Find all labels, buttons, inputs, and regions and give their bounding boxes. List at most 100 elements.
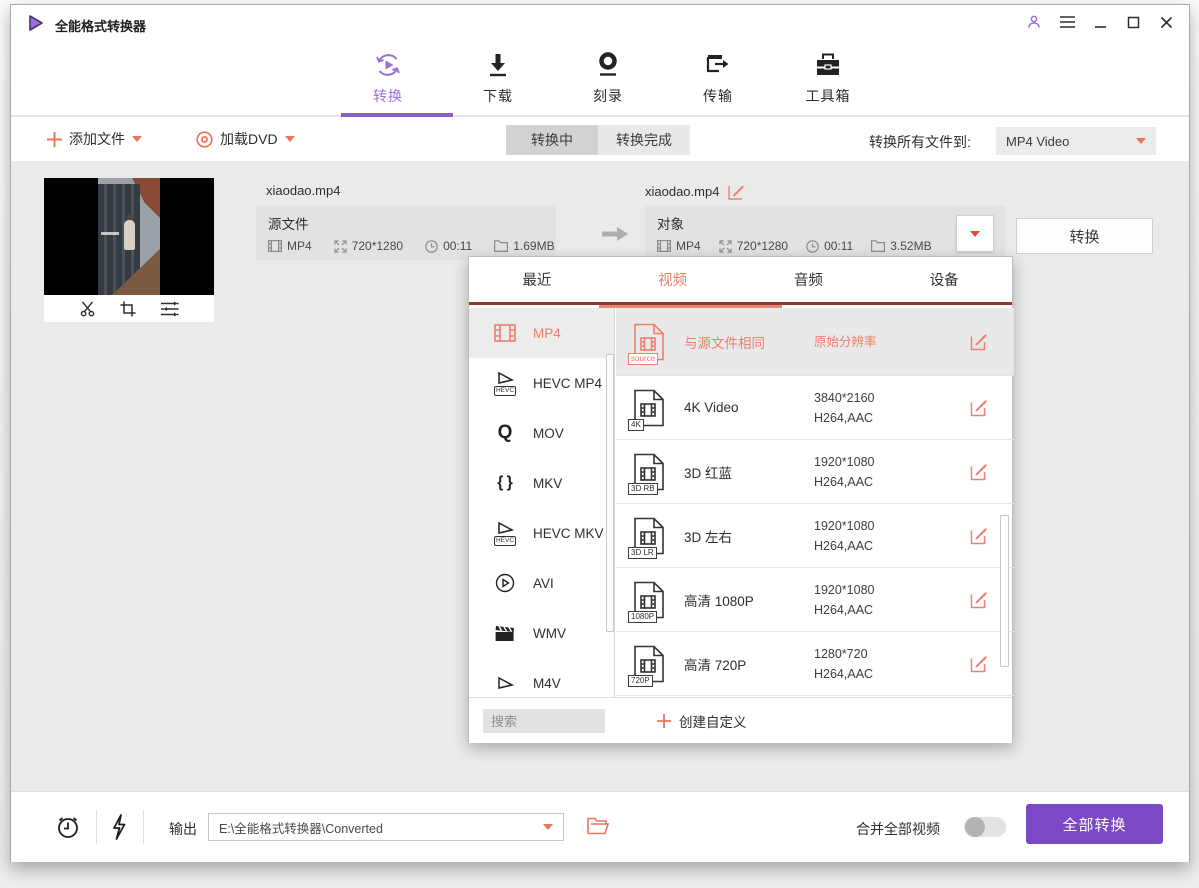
open-output-folder-icon[interactable] [587, 817, 609, 835]
tab-transfer[interactable]: 传输 [663, 47, 773, 106]
avi-play-circle-icon [491, 573, 519, 593]
file-size-folder-icon [871, 240, 885, 252]
menu-icon[interactable] [1058, 13, 1076, 31]
burn-icon [596, 51, 620, 79]
edit-preset-icon[interactable] [970, 463, 988, 481]
preset-row-same-as-source[interactable]: source 与源文件相同 原始分辨率 [616, 308, 1014, 376]
tab-video[interactable]: 视频 [605, 257, 741, 302]
preset-doc-icon: 3D LR [632, 517, 666, 555]
preset-row-3d-red-blue[interactable]: 3D RB 3D 红蓝 1920*1080 H264,AAC [616, 440, 1014, 504]
plus-icon [47, 132, 62, 147]
schedule-alarm-icon[interactable] [55, 814, 81, 840]
edit-preset-icon[interactable] [970, 527, 988, 545]
main-nav: 转换 下载 刻录 传输 [11, 41, 1189, 117]
toggle-knob [965, 817, 985, 837]
target-file-name-row: xiaodao.mp4 [645, 183, 745, 200]
convert-icon [374, 51, 402, 79]
tab-convert[interactable]: 转换 [333, 47, 443, 106]
tab-burn[interactable]: 刻录 [553, 47, 663, 106]
preset-row-hd-720p[interactable]: 720P 高清 720P 1280*720 H264,AAC [616, 632, 1014, 696]
account-icon[interactable] [1025, 13, 1043, 31]
preset-doc-icon: 1080P [632, 581, 666, 619]
app-title: 全能格式转换器 [55, 16, 146, 35]
merge-all-videos-label: 合并全部视频 [856, 819, 940, 839]
format-list-scrollbar[interactable] [606, 354, 614, 632]
resolution-icon [334, 240, 347, 253]
video-thumbnail[interactable] [44, 178, 214, 295]
format-item-mov[interactable]: Q MOV [469, 408, 614, 458]
source-info-panel: 源文件 MP4 720*1280 00:11 1.69MB [256, 206, 556, 260]
tab-toolbox[interactable]: 工具箱 [773, 47, 883, 106]
file-size-folder-icon [494, 240, 508, 252]
format-item-wmv[interactable]: WMV [469, 608, 614, 658]
mp4-film-icon [491, 324, 519, 342]
crop-icon[interactable] [120, 301, 136, 317]
output-label: 输出 [169, 819, 197, 839]
film-icon [268, 240, 282, 252]
tab-recent[interactable]: 最近 [469, 257, 605, 302]
edit-preset-icon[interactable] [970, 333, 988, 351]
tab-converting[interactable]: 转换中 [506, 125, 598, 155]
duration-clock-icon [806, 240, 819, 253]
search-input[interactable] [483, 709, 605, 733]
maximize-icon[interactable] [1124, 13, 1142, 31]
preset-row-hd-1080p[interactable]: 1080P 高清 1080P 1920*1080 H264,AAC [616, 568, 1014, 632]
minimize-icon[interactable] [1091, 13, 1109, 31]
dvd-icon [196, 131, 213, 148]
format-item-mkv[interactable]: { } MKV [469, 458, 614, 508]
preset-row-4k-video[interactable]: 4K 4K Video 3840*2160 H264,AAC [616, 376, 1014, 440]
trim-scissors-icon[interactable] [79, 300, 96, 317]
effects-sliders-icon[interactable] [160, 301, 179, 317]
convert-all-button[interactable]: 全部转换 [1026, 804, 1163, 844]
desktop-background: 全能格式转换器 [0, 0, 1199, 888]
source-to-target-arrow-icon [601, 225, 629, 243]
tab-device[interactable]: 设备 [876, 257, 1012, 302]
high-speed-lightning-icon[interactable] [111, 814, 127, 840]
merge-all-videos-toggle[interactable] [964, 817, 1006, 837]
video-frame [98, 178, 160, 295]
thumbnail-toolbar [44, 295, 214, 322]
app-window: 全能格式转换器 [10, 4, 1190, 862]
hevc-play-icon: HEVC [491, 371, 519, 396]
load-dvd-button[interactable]: 加载DVD [196, 129, 295, 149]
preset-doc-icon: 720P [632, 645, 666, 683]
preset-doc-icon: 3D RB [632, 453, 666, 491]
clapperboard-icon [491, 625, 519, 642]
format-item-m4v[interactable]: M4V [469, 658, 614, 697]
matroska-icon: { } [491, 474, 519, 492]
format-item-avi[interactable]: AVI [469, 558, 614, 608]
transfer-icon [705, 51, 731, 79]
edit-preset-icon[interactable] [970, 399, 988, 417]
m4v-play-icon [491, 676, 519, 690]
preset-list: source 与源文件相同 原始分辨率 4K [616, 308, 1014, 697]
edit-preset-icon[interactable] [970, 591, 988, 609]
plus-icon [657, 714, 671, 728]
add-file-button[interactable]: 添加文件 [47, 129, 142, 149]
target-file-name: xiaodao.mp4 [645, 184, 719, 199]
tab-converted[interactable]: 转换完成 [598, 125, 690, 155]
format-item-mp4[interactable]: MP4 [469, 308, 614, 358]
output-path-dropdown[interactable]: E:\全能格式转换器\Converted [208, 813, 564, 841]
format-panel-footer: 创建自定义 [469, 697, 1012, 743]
format-list: MP4 HEVC HEVC MP4 Q MOV { } MKV [469, 308, 615, 697]
format-item-hevc-mkv[interactable]: HEVC HEVC MKV [469, 508, 614, 558]
convert-all-to-label: 转换所有文件到: [869, 132, 971, 152]
format-item-hevc-mp4[interactable]: HEVC HEVC MP4 [469, 358, 614, 408]
download-icon [486, 51, 510, 79]
edit-preset-icon[interactable] [970, 655, 988, 673]
convert-row-button[interactable]: 转换 [1016, 218, 1153, 254]
rename-edit-icon[interactable] [728, 183, 745, 200]
format-panel-tabs: 最近 视频 音频 设备 [469, 257, 1012, 305]
preset-list-scrollbar[interactable] [1000, 515, 1009, 667]
output-path-value: E:\全能格式转换器\Converted [219, 818, 383, 837]
target-format-dropdown-button[interactable] [956, 215, 994, 252]
duration-clock-icon [425, 240, 438, 253]
divider [96, 810, 97, 844]
convert-all-to-dropdown[interactable]: MP4 Video [996, 127, 1156, 155]
tab-download[interactable]: 下载 [443, 47, 553, 106]
close-icon[interactable] [1157, 13, 1175, 31]
format-selector-panel: 最近 视频 音频 设备 MP4 HEVC [468, 256, 1013, 743]
tab-audio[interactable]: 音频 [741, 257, 877, 302]
create-custom-button[interactable]: 创建自定义 [657, 711, 747, 731]
preset-row-3d-left-right[interactable]: 3D LR 3D 左右 1920*1080 H264,AAC [616, 504, 1014, 568]
